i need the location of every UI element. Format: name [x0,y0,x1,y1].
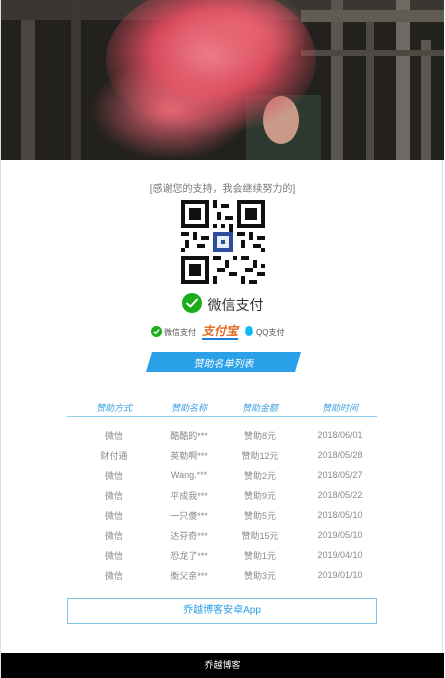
cell-name: 达芬奇*** [170,530,208,541]
cell-name: 恐龙了*** [170,550,208,561]
table-row: 微信 酷酷的*** 赞助8元 2018/06/01 [67,425,377,445]
table-header: 赞助方式 赞助名称 赞助金额 赞助时间 [67,398,377,417]
cell-name: 英勒啊*** [170,450,208,461]
wechat-small-icon [151,326,162,339]
cell-amount: 赞助2元 [243,470,276,481]
cell-method: 财付通 [100,450,128,461]
cell-method: 微信 [104,490,123,501]
cell-name: 酷酷的*** [170,430,208,441]
header-amount: 赞助金额 [241,403,278,414]
cell-amount: 赞助12元 [241,450,279,461]
cell-amount: 赞助9元 [243,490,276,501]
cell-amount: 赞助3元 [243,570,276,581]
cell-amount: 赞助15元 [241,530,279,541]
cell-amount: 赞助1元 [243,550,276,561]
cell-amount: 赞助8元 [243,430,276,441]
pay-option-wechat[interactable]: 微信支付 [151,326,196,339]
pay-option-alipay[interactable]: 支付宝 [202,324,239,340]
cell-name: 一只傻*** [170,510,208,521]
cell-time: 2018/06/01 [317,430,363,440]
cell-method: 微信 [104,470,123,481]
cell-name: Wang.*** [170,470,208,480]
cell-time: 2018/05/27 [317,470,363,480]
table-row: 微信 达芬奇*** 赞助15元 2019/05/10 [67,525,377,545]
table-row: 财付通 英勒啊*** 赞助12元 2018/05/28 [67,445,377,465]
header-method: 赞助方式 [95,403,132,414]
hero-image [1,0,444,160]
table-row: 微信 一只傻*** 赞助5元 2018/05/10 [67,505,377,525]
cell-name: 平成我*** [170,490,208,501]
cell-method: 微信 [104,550,123,561]
alipay-logo: 支付宝 [202,324,239,340]
footer: 乔越博客 [1,653,444,678]
table-body: 微信 酷酷的*** 赞助8元 2018/06/01 财付通 英勒啊*** 赞助1… [67,425,377,585]
cell-method: 微信 [104,530,123,541]
qq-icon [244,326,254,339]
footer-text[interactable]: 乔越博客 [204,660,240,670]
pay-option-qq-label: QQ支付 [256,328,285,337]
android-app-button[interactable]: 乔越博客安卓App [67,598,377,624]
wechat-pay-label: 微信支付 [207,296,264,313]
page: [感谢您的支持，我会继续努力的] 微信支付 微信支付 支付宝 QQ支付 赞助名单… [0,0,444,678]
table-row: 微信 恐龙了*** 赞助1元 2019/04/10 [67,545,377,565]
cell-time: 2019/01/10 [317,570,363,580]
table-row: 微信 衡父亲*** 赞助3元 2019/01/10 [67,565,377,585]
cell-method: 微信 [104,570,123,581]
qr-code [181,200,265,284]
payment-options: 微信支付 支付宝 QQ支付 [151,325,311,340]
wechat-icon [181,293,202,316]
cell-method: 微信 [104,430,123,441]
sponsor-table: 赞助方式 赞助名称 赞助金额 赞助时间 微信 酷酷的*** 赞助8元 2018/… [67,398,377,585]
wechat-pay-label-row: 微信支付 [1,293,444,316]
pay-option-qq[interactable]: QQ支付 [244,326,284,339]
cell-time: 2019/04/10 [317,550,363,560]
sponsor-title: 赞助名单列表 [193,359,254,370]
cell-name: 衡父亲*** [170,570,208,581]
cell-time: 2018/05/10 [317,510,363,520]
header-name: 赞助名称 [170,403,207,414]
header-time: 赞助时间 [321,403,358,414]
table-row: 微信 Wang.*** 赞助2元 2018/05/27 [67,465,377,485]
cell-method: 微信 [104,510,123,521]
cell-amount: 赞助5元 [243,510,276,521]
cell-time: 2019/05/10 [317,530,363,540]
pay-option-wechat-label: 微信支付 [164,328,196,337]
thanks-text: [感谢您的支持，我会继续努力的] [149,184,296,195]
cell-time: 2018/05/22 [317,490,363,500]
table-row: 微信 平成我*** 赞助9元 2018/05/22 [67,485,377,505]
cell-time: 2018/05/28 [317,450,363,460]
